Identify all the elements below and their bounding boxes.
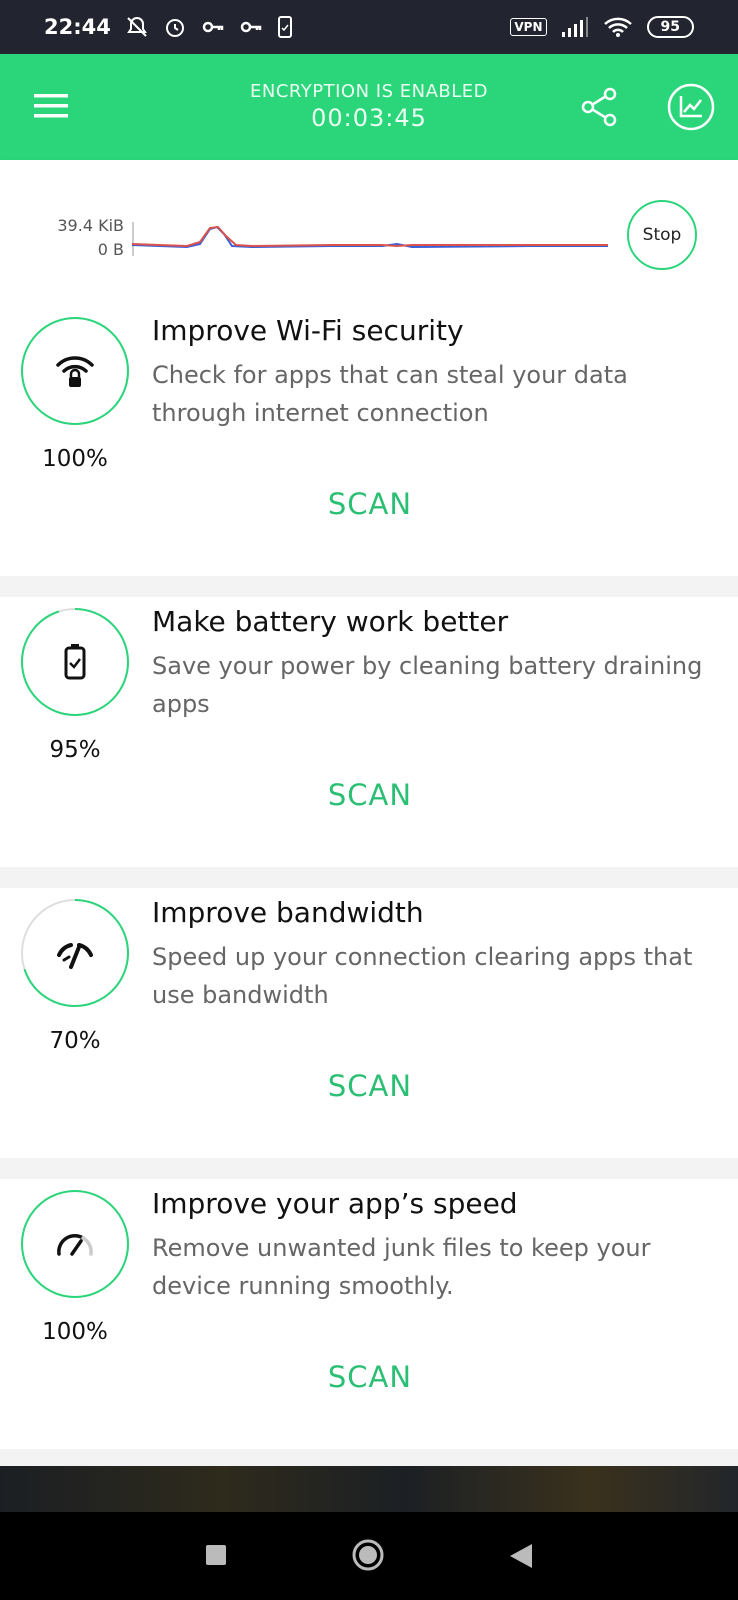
bell-off-icon — [126, 16, 147, 37]
scan-button[interactable]: SCAN — [290, 1061, 450, 1111]
progress-percent: 100% — [42, 1319, 108, 1345]
alarm-icon — [165, 19, 184, 37]
stop-button[interactable]: Stop — [627, 200, 697, 270]
vpn-badge: VPN — [510, 18, 547, 36]
speedometer-icon — [57, 1234, 93, 1256]
back-button[interactable] — [508, 1542, 534, 1570]
card-wifi-security: 100% Improve Wi-Fi security Check for ap… — [0, 306, 738, 576]
card-bandwidth: 70% Improve bandwidth Speed up your conn… — [0, 888, 738, 1158]
status-bar-right: VPN 95 — [510, 16, 694, 38]
chart-icon — [667, 83, 715, 131]
scan-button[interactable]: SCAN — [290, 479, 450, 529]
card-description: Speed up your connection clearing apps t… — [152, 943, 693, 1009]
progress-ring — [20, 898, 130, 1008]
system-nav-bar — [0, 1512, 738, 1600]
app-bar: ENCRYPTION IS ENABLED 00:03:45 — [0, 54, 738, 160]
recents-button[interactable] — [206, 1545, 226, 1565]
progress-percent: 100% — [42, 446, 108, 472]
progress-ring — [20, 316, 130, 426]
card-description: Check for apps that can steal your data … — [152, 361, 628, 427]
scan-button[interactable]: SCAN — [290, 770, 450, 820]
status-bar-left: 22:44 — [44, 15, 293, 39]
signal-icon — [561, 17, 588, 37]
card-title: Improve your app’s speed — [152, 1187, 518, 1220]
encryption-status: ENCRYPTION IS ENABLED — [250, 81, 488, 102]
battery-indicator: 95 — [646, 16, 694, 38]
card-description: Save your power by cleaning battery drai… — [152, 652, 703, 718]
status-bar: 22:44 VPN 95 — [0, 0, 738, 54]
phone-icon — [277, 16, 292, 38]
connection-timer: 00:03:45 — [311, 104, 427, 132]
card-title: Improve Wi-Fi security — [152, 314, 464, 347]
bandwidth-icon — [57, 943, 93, 969]
wifi-icon — [603, 17, 632, 37]
progress-percent: 95% — [49, 737, 101, 763]
card-battery: 95% Make battery work better Save your p… — [0, 597, 738, 867]
progress-ring — [20, 607, 130, 717]
share-button[interactable] — [580, 87, 620, 127]
key-icon — [240, 21, 262, 33]
card-app-speed: 100% Improve your app’s speed Remove unw… — [0, 1179, 738, 1449]
ad-banner[interactable] — [0, 1466, 738, 1512]
progress-ring — [20, 1189, 130, 1299]
traffic-panel: 39.4 KiB 0 B Stop — [0, 160, 738, 310]
scan-button[interactable]: SCAN — [290, 1352, 450, 1402]
traffic-graph — [132, 222, 608, 256]
statistics-button[interactable] — [667, 83, 715, 131]
traffic-max-label: 39.4 KiB — [57, 216, 124, 235]
card-description: Remove unwanted junk files to keep your … — [152, 1234, 651, 1300]
progress-percent: 70% — [49, 1028, 101, 1054]
home-button[interactable] — [352, 1539, 384, 1571]
share-icon — [581, 87, 617, 127]
battery-check-icon — [64, 644, 86, 680]
card-title: Make battery work better — [152, 605, 509, 638]
traffic-min-label: 0 B — [97, 240, 124, 259]
key-icon — [202, 21, 224, 33]
card-title: Improve bandwidth — [152, 896, 424, 929]
status-time: 22:44 — [44, 15, 111, 39]
upload-series-line — [132, 225, 608, 248]
wifi-lock-icon — [56, 356, 94, 387]
